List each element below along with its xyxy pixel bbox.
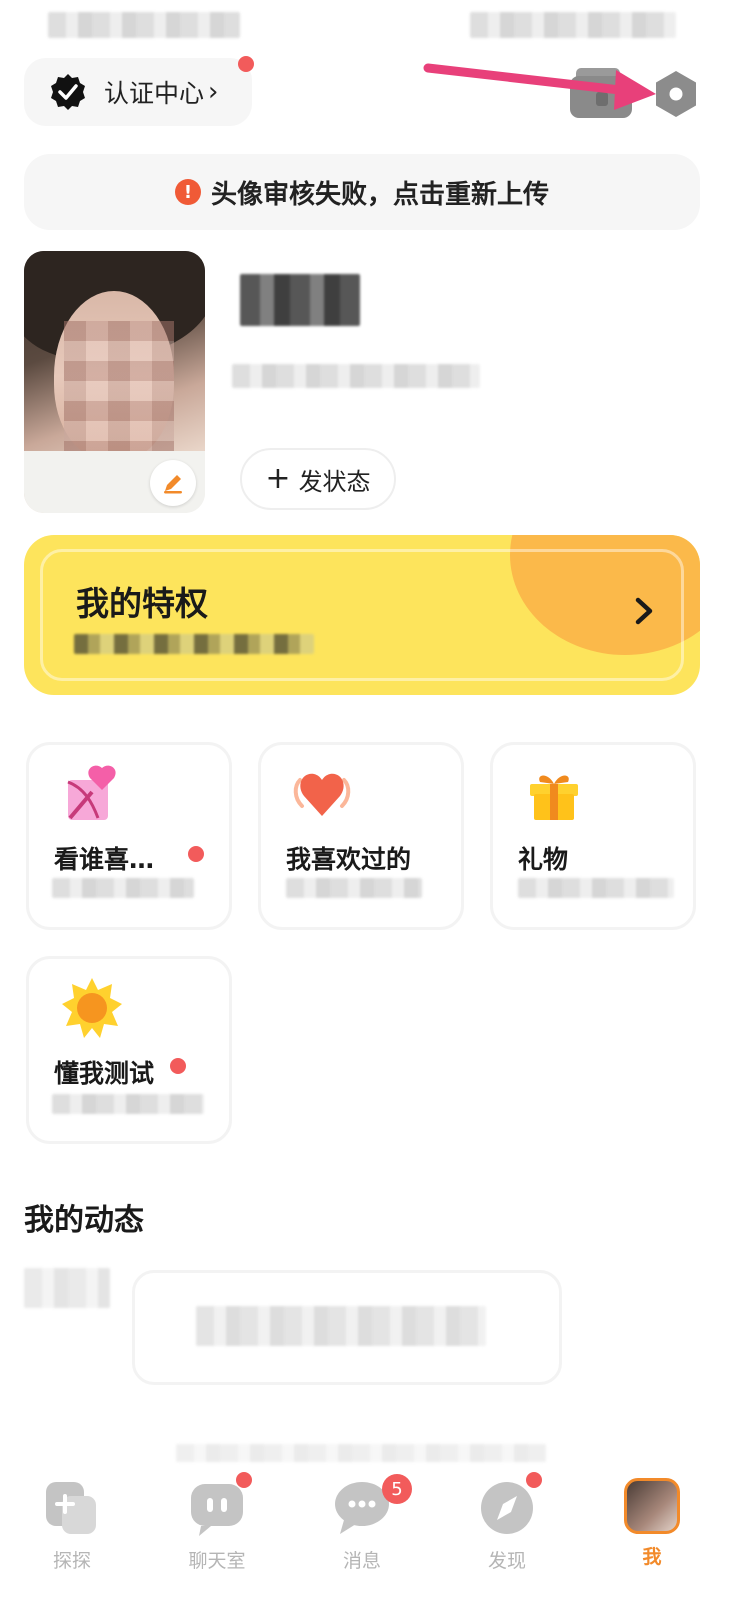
me-avatar-icon (624, 1478, 680, 1534)
discover-notification-dot (526, 1472, 542, 1488)
nav-chatroom[interactable]: 聊天室 (167, 1478, 267, 1573)
alert-icon: ! (174, 179, 201, 205)
avatar-review-failed-alert[interactable]: ! 头像审核失败，点击重新上传 (24, 154, 700, 230)
feed-empty-text (196, 1306, 486, 1346)
messages-unread-badge: 5 (382, 1474, 412, 1504)
post-status-button[interactable]: + 发状态 (240, 448, 396, 510)
chevron-right-icon (635, 597, 653, 625)
know-me-test-card[interactable] (26, 956, 232, 1144)
heart-icon (293, 773, 351, 816)
status-bar-right (470, 12, 676, 38)
gifts-card[interactable] (490, 742, 696, 930)
know-me-test-subtitle (52, 1094, 204, 1114)
nav-me[interactable]: 我 (602, 1478, 702, 1569)
gifts-subtitle (518, 878, 674, 898)
cupid-bow-heart-icon (67, 765, 116, 820)
edit-avatar-button[interactable] (150, 460, 196, 506)
sun-icon (62, 978, 122, 1038)
chevron-right-icon: › (208, 77, 219, 107)
nav-label: 消息 (342, 1550, 381, 1572)
who-likes-me-card[interactable] (26, 742, 232, 930)
certification-notification-dot (238, 56, 254, 72)
certification-center-label: 认证中心 (104, 79, 205, 108)
nav-label-active: 我 (642, 1546, 662, 1568)
bottom-navigation: 探探 聊天室 消息 5 发现 我 (0, 1466, 738, 1600)
nav-tantan[interactable]: 探探 (22, 1478, 122, 1573)
who-likes-me-dot (188, 846, 204, 862)
my-feed-title: 我的动态 (24, 1203, 144, 1238)
compass-icon (481, 1482, 533, 1534)
nav-discover[interactable]: 发现 (457, 1478, 557, 1573)
status-bar-left (48, 12, 240, 38)
nav-label: 聊天室 (188, 1550, 246, 1572)
nav-label: 探探 (52, 1550, 91, 1572)
edit-pencil-icon (164, 475, 182, 494)
annotation-arrow-icon (423, 63, 656, 110)
gift-box-icon (530, 775, 578, 820)
tantan-logo-icon (46, 1482, 96, 1534)
who-likes-me-subtitle (52, 878, 194, 898)
post-status-label: 发状态 (298, 467, 371, 496)
username (240, 274, 360, 326)
user-info (232, 364, 480, 388)
alert-text: 头像审核失败，点击重新上传 (210, 179, 549, 210)
i-liked-subtitle (286, 878, 422, 898)
gifts-title: 礼物 (518, 845, 569, 874)
verified-badge-icon (51, 74, 85, 110)
chatroom-notification-dot (236, 1472, 252, 1488)
plus-icon: + (265, 461, 291, 496)
i-liked-title: 我喜欢过的 (286, 845, 412, 874)
chatroom-icon (191, 1484, 243, 1536)
know-me-test-title: 懂我测试 (54, 1059, 155, 1088)
privileges-title: 我的特权 (76, 584, 208, 623)
nav-label: 发现 (487, 1550, 526, 1572)
know-me-test-dot (170, 1058, 186, 1074)
certification-center-button[interactable]: 认证中心 › (24, 58, 252, 126)
platform-qualification-link (176, 1444, 546, 1462)
i-liked-card[interactable] (258, 742, 464, 930)
feed-date (24, 1268, 110, 1308)
privileges-subtitle (74, 634, 314, 654)
who-likes-me-title: 看谁喜… (54, 845, 155, 874)
